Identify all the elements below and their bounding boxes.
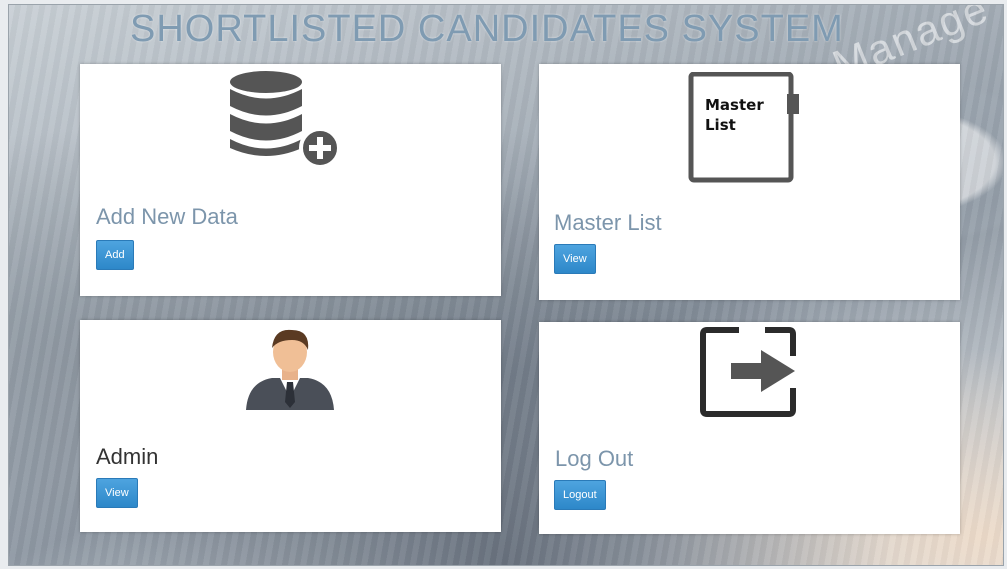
card-add-new-data: Add New Data Add [80, 64, 501, 296]
logout-icon [700, 327, 796, 417]
logout-button[interactable]: Logout [554, 480, 606, 510]
card-heading: Add New Data [96, 204, 238, 229]
card-heading: Master List [554, 210, 662, 235]
card-heading: Log Out [555, 446, 634, 471]
page-title: SHORTLISTED CANDIDATES SYSTEM [130, 8, 844, 50]
card-admin: Admin View [80, 320, 501, 532]
database-add-icon [230, 71, 341, 166]
clipboard-icon: Master List [688, 72, 799, 183]
view-master-list-button[interactable]: View [554, 244, 596, 274]
clipboard-label-line1: Master [705, 96, 764, 114]
clipboard-label-line2: List [705, 116, 736, 134]
card-heading: Admin [96, 444, 159, 469]
add-button[interactable]: Add [96, 240, 134, 270]
user-avatar-icon [246, 329, 334, 410]
view-admin-button[interactable]: View [96, 478, 138, 508]
card-master-list: Master List Master List View [539, 64, 960, 300]
card-log-out: Log Out Logout [539, 322, 960, 534]
